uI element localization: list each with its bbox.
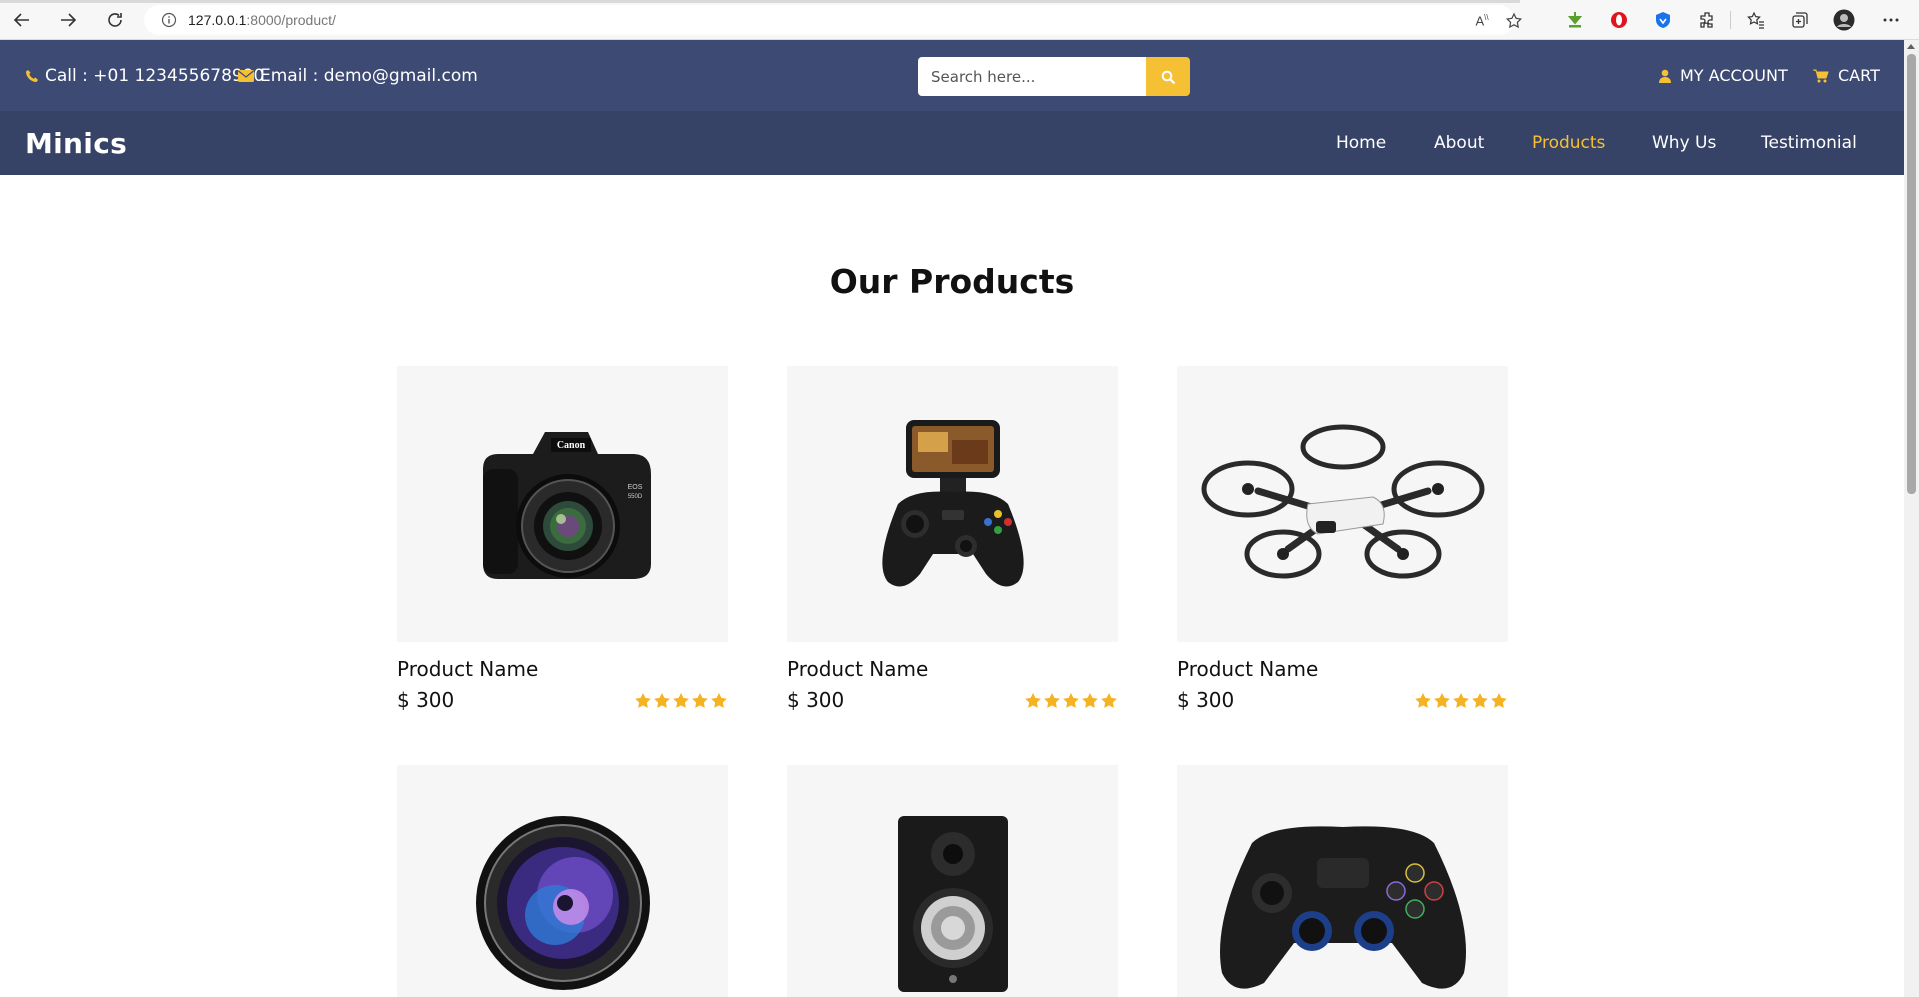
product-price: $ 300 <box>1177 688 1235 712</box>
envelope-icon <box>238 69 254 82</box>
star-icon <box>654 692 670 708</box>
product-image[interactable] <box>787 765 1118 997</box>
section-title: Our Products <box>829 262 1075 301</box>
arrow-right-icon <box>61 13 77 27</box>
svg-text:EOS: EOS <box>627 484 642 491</box>
star-icon <box>1063 692 1079 708</box>
product-meta: $ 300 <box>787 688 1118 712</box>
download-extension-icon[interactable] <box>1564 9 1586 31</box>
brand-logo[interactable]: Minics <box>25 111 127 175</box>
phone-icon <box>26 69 38 82</box>
url-text: 127.0.0.1:8000/product/ <box>188 12 336 28</box>
site-info-icon[interactable] <box>154 12 184 28</box>
collections-icon[interactable] <box>1789 9 1811 31</box>
product-price: $ 300 <box>787 688 845 712</box>
star-icon <box>1472 692 1488 708</box>
product-card[interactable]: Canon EOS 550D Product Name $ 300 <box>397 366 728 712</box>
star-rating <box>635 692 728 708</box>
star-icon <box>1415 692 1431 708</box>
more-menu-icon[interactable] <box>1880 9 1902 31</box>
reload-button[interactable] <box>103 8 127 32</box>
studio-speaker-image <box>897 816 1008 992</box>
search-button[interactable] <box>1146 57 1190 96</box>
read-aloud-icon[interactable]: A\\ <box>1472 11 1492 31</box>
star-icon <box>1101 692 1117 708</box>
scroll-thumb[interactable] <box>1907 54 1916 494</box>
scroll-up-icon[interactable] <box>1907 44 1915 49</box>
email-info[interactable]: Email : demo@gmail.com <box>238 40 478 111</box>
call-info[interactable]: Call : +01 123455678990 <box>25 40 264 111</box>
main-navbar: Minics Home About Products Why Us Testim… <box>0 111 1904 175</box>
product-card[interactable] <box>787 765 1118 997</box>
search-icon <box>1161 70 1175 84</box>
svg-text:Canon: Canon <box>556 440 585 451</box>
favorites-icon[interactable] <box>1745 9 1767 31</box>
nav-testimonial[interactable]: Testimonial <box>1761 111 1857 175</box>
camera-lens-image <box>475 816 650 990</box>
product-card[interactable]: Product Name $ 300 <box>787 366 1118 712</box>
product-card[interactable] <box>397 765 728 997</box>
extensions-icon[interactable] <box>1696 9 1718 31</box>
phone-gamepad-image <box>881 420 1024 587</box>
shield-extension-icon[interactable] <box>1652 9 1674 31</box>
add-favorite-icon[interactable] <box>1504 11 1524 31</box>
email-text: Email : demo@gmail.com <box>260 65 478 86</box>
star-rating <box>1025 692 1118 708</box>
quadcopter-drone-image <box>1201 424 1484 579</box>
star-icon <box>1025 692 1041 708</box>
cart-icon <box>1813 69 1829 82</box>
dslr-camera-image: Canon EOS 550D <box>482 432 651 579</box>
star-icon <box>673 692 689 708</box>
product-meta: $ 300 <box>397 688 728 712</box>
cart-link[interactable]: CART <box>1813 40 1880 111</box>
search-input[interactable] <box>918 57 1146 96</box>
top-info-bar: Call : +01 123455678990 Email : demo@gma… <box>0 40 1904 111</box>
my-account-label: MY ACCOUNT <box>1680 66 1788 85</box>
address-bar[interactable]: 127.0.0.1:8000/product/ A\\ <box>144 5 1523 35</box>
product-name[interactable]: Product Name <box>787 656 1118 682</box>
forward-button[interactable] <box>56 8 80 32</box>
loading-bar <box>0 0 1520 3</box>
product-image[interactable]: Canon EOS 550D <box>397 366 728 642</box>
my-account-link[interactable]: MY ACCOUNT <box>1659 40 1788 111</box>
search-form <box>918 57 1190 96</box>
product-image[interactable] <box>787 366 1118 642</box>
star-icon <box>1491 692 1507 708</box>
arrow-left-icon <box>13 13 29 27</box>
opera-extension-icon[interactable] <box>1608 9 1630 31</box>
browser-toolbar: 127.0.0.1:8000/product/ A\\ <box>0 0 1919 40</box>
cart-label: CART <box>1838 66 1880 85</box>
nav-about[interactable]: About <box>1434 111 1484 175</box>
call-text: Call : +01 123455678990 <box>45 65 265 86</box>
star-rating <box>1415 692 1508 708</box>
nav-home[interactable]: Home <box>1336 111 1386 175</box>
star-icon <box>1044 692 1060 708</box>
nav-why-us[interactable]: Why Us <box>1652 111 1716 175</box>
product-image[interactable] <box>1177 366 1508 642</box>
profile-avatar[interactable] <box>1833 9 1855 31</box>
product-card[interactable] <box>1177 765 1508 997</box>
star-icon <box>692 692 708 708</box>
star-icon <box>1453 692 1469 708</box>
page-scrollbar[interactable] <box>1904 40 1919 997</box>
product-name[interactable]: Product Name <box>397 656 728 682</box>
star-icon <box>1434 692 1450 708</box>
game-controller-image <box>1219 826 1466 989</box>
star-icon <box>635 692 651 708</box>
nav-products[interactable]: Products <box>1532 111 1605 175</box>
product-price: $ 300 <box>397 688 455 712</box>
toolbar-divider <box>1730 11 1731 29</box>
user-icon <box>1659 69 1671 83</box>
svg-text:550D: 550D <box>627 494 642 500</box>
star-icon <box>1082 692 1098 708</box>
product-name[interactable]: Product Name <box>1177 656 1508 682</box>
product-image[interactable] <box>1177 765 1508 997</box>
product-meta: $ 300 <box>1177 688 1508 712</box>
star-icon <box>711 692 727 708</box>
reload-icon <box>108 13 122 27</box>
product-image[interactable] <box>397 765 728 997</box>
product-card[interactable]: Product Name $ 300 <box>1177 366 1508 712</box>
back-button[interactable] <box>10 8 34 32</box>
